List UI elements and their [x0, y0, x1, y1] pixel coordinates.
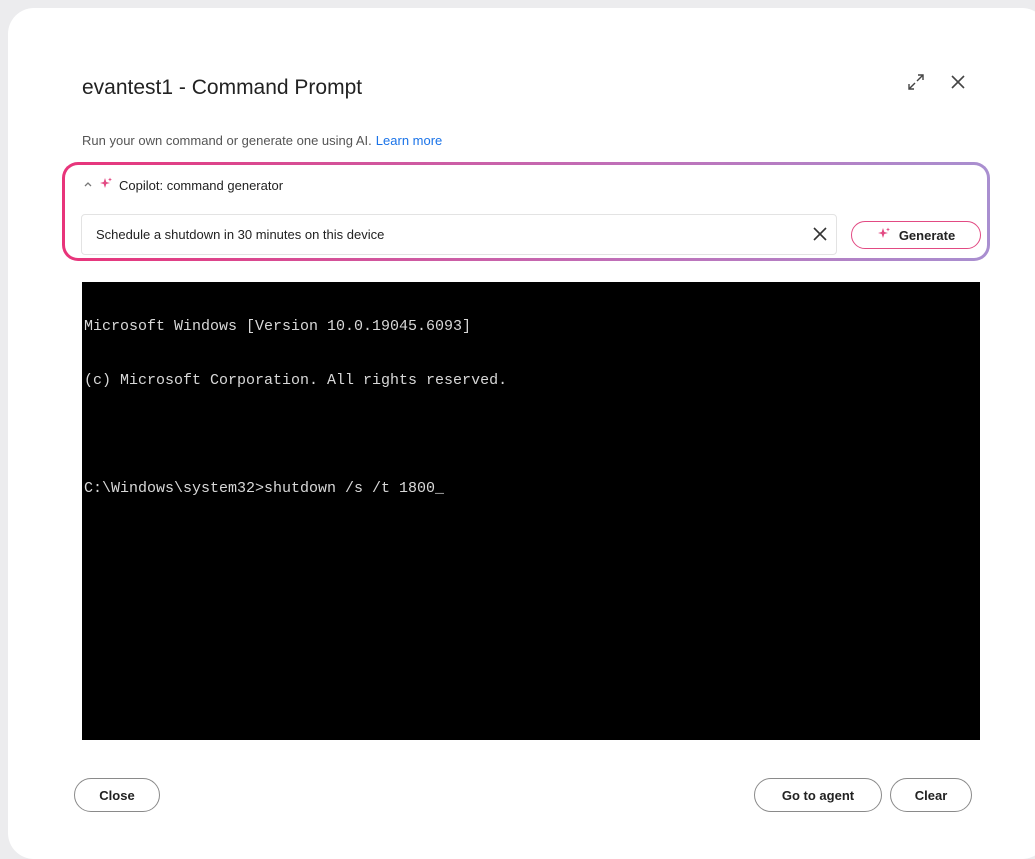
copilot-header-label: Copilot: command generator: [119, 178, 284, 193]
generate-label: Generate: [898, 227, 956, 243]
sparkle-icon: [99, 177, 113, 194]
expand-icon[interactable]: [904, 70, 928, 94]
close-icon[interactable]: [946, 70, 970, 94]
copilot-prompt-input[interactable]: [81, 214, 837, 255]
clear-input-icon[interactable]: [811, 225, 829, 243]
terminal-line: (c) Microsoft Corporation. All rights re…: [84, 372, 508, 389]
close-button[interactable]: Close: [74, 778, 160, 812]
terminal-line: C:\Windows\system32>shutdown /s /t 1800_: [84, 480, 445, 497]
copilot-header[interactable]: Copilot: command generator: [83, 177, 283, 194]
copilot-panel-inner: Copilot: command generator Generate: [65, 165, 987, 258]
terminal-line: Microsoft Windows [Version 10.0.19045.60…: [84, 318, 472, 335]
learn-more-link[interactable]: Learn more: [376, 133, 442, 148]
generate-button[interactable]: Generate: [851, 221, 981, 249]
dialog-subtitle: Run your own command or generate one usi…: [82, 133, 442, 148]
terminal-output[interactable]: Microsoft Windows [Version 10.0.19045.60…: [82, 282, 980, 740]
command-prompt-dialog: evantest1 - Command Prompt Run your own …: [8, 8, 1035, 859]
chevron-up-icon[interactable]: [83, 179, 93, 192]
sparkle-icon: [877, 227, 891, 244]
subtitle-text: Run your own command or generate one usi…: [82, 133, 372, 148]
dialog-title: evantest1 - Command Prompt: [82, 76, 363, 99]
go-to-agent-button[interactable]: Go to agent: [754, 778, 882, 812]
clear-button[interactable]: Clear: [890, 778, 972, 812]
copilot-panel: Copilot: command generator Generate: [62, 162, 990, 261]
